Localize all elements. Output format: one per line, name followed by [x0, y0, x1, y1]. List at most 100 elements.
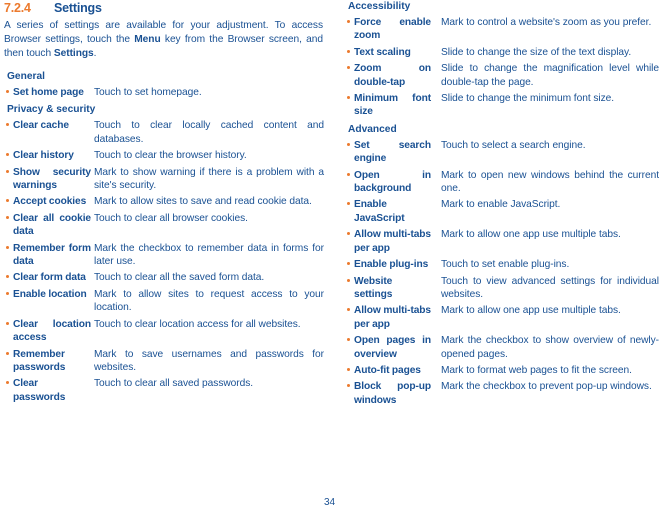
setting-name-allow-multi-tabs-per-app: Allow multi-tabs per app: [354, 229, 431, 254]
setting-description: Mark to format web pages to fit the scre…: [441, 364, 632, 376]
bullet-icon: [4, 119, 13, 127]
bullet-icon: [4, 212, 13, 219]
bullet-icon: [345, 62, 354, 70]
left-sections: General Set home page Touch to set homepag…: [4, 70, 324, 404]
setting-description: Touch to clear all saved passwords.: [94, 378, 254, 390]
setting-description: Mark to control a website's zoom as you …: [441, 17, 652, 28]
setting-description: Touch to set enable plug-ins.: [441, 259, 570, 271]
section-header-accessibility: Accessibility: [348, 1, 411, 12]
bullet-icon: [345, 16, 354, 23]
list-item: Allow multi-tabs per app Mark to allow on…: [345, 228, 659, 255]
setting-name-allow-multi-tabs-per-app: Allow multi-tabs per app: [354, 305, 431, 330]
setting-name-remember-passwords: Remember passwords: [13, 348, 66, 373]
setting-description: Mark the checkbox to show overview of ne…: [441, 335, 659, 360]
bullet-icon: [345, 304, 354, 312]
setting-description: Mark to save usernames and passwords for…: [94, 348, 324, 373]
page-number: 34: [323, 497, 336, 508]
bullet-icon: [4, 348, 13, 355]
bullet-icon: [4, 377, 13, 385]
setting-description: Mark to show warning if there is a probl…: [94, 166, 324, 192]
bullet-icon: [4, 288, 13, 295]
setting-name-set-search-engine: Set search engine: [354, 139, 431, 165]
bullet-icon: [345, 258, 354, 266]
left-column: 7.2.4 Settings A series of settings are …: [4, 0, 324, 408]
list-item: Enable location Mark to allow sites to re…: [4, 288, 324, 315]
setting-description: Touch to clear locally cached content an…: [94, 120, 324, 145]
section-header-privacy-security: Privacy & security: [7, 104, 96, 116]
setting-description: Mark to enable JavaScript.: [441, 199, 561, 211]
list-item: Website settings Touch to view advanced s…: [345, 275, 659, 302]
intro-bold-menu: Menu: [134, 34, 161, 45]
list-item: Show security warnings Mark to show warni…: [4, 166, 324, 193]
setting-name-enable-plug-ins: Enable plug-ins: [354, 259, 429, 271]
bullet-icon: [345, 92, 354, 100]
list-item: Clear form data Touch to clear all the sa…: [4, 271, 324, 284]
setting-description: Mark to open new windows behind the curr…: [441, 169, 659, 195]
bullet-icon: [4, 242, 13, 249]
setting-name-clear-location-access: Clear location access: [13, 318, 91, 344]
list-item: Clear history Touch to clear the browser …: [4, 149, 324, 162]
manual-page: 7.2.4 Settings A series of settings are …: [0, 0, 659, 512]
setting-name-zoom-on-double-tap: Zoom on double-tap: [354, 63, 431, 88]
list-item: Zoom on double-tap Slide to change the ma…: [345, 62, 659, 89]
setting-description: Mark to allow sites to save and read coo…: [94, 196, 312, 208]
intro-paragraph: A series of settings are available for y…: [4, 19, 323, 61]
section-header-advanced: Advanced: [348, 123, 397, 135]
setting-name-open-in-background: Open in background: [354, 169, 431, 195]
setting-name-clear-all-cookie-data: Clear all cookie data: [13, 212, 91, 238]
list-item: Remember form data Mark the checkbox to r…: [4, 242, 324, 269]
setting-name-show-security-warnings: Show security warnings: [13, 166, 91, 192]
setting-description: Slide to change the size of the text dis…: [441, 46, 632, 58]
setting-name-clear-form-data: Clear form data: [13, 272, 86, 284]
setting-description: Mark to allow one app use multiple tabs.: [441, 229, 621, 241]
list-item: Text scaling Slide to change the size of …: [345, 46, 659, 59]
setting-description: Touch to view advanced settings for indi…: [441, 275, 659, 300]
list-item: Clear cache Touch to clear locally cached…: [4, 119, 324, 146]
setting-description: Mark the checkbox to remember data in fo…: [94, 242, 324, 268]
list-item: Open in background Mark to open new windo…: [345, 169, 659, 196]
chapter-number: 7.2.4: [4, 1, 31, 15]
bullet-icon: [345, 275, 354, 282]
list-item: Block pop-up windows Mark the checkbox to…: [345, 380, 659, 407]
bullet-icon: [4, 271, 13, 279]
list-item: Set home page Touch to set homepage.: [4, 86, 324, 99]
bullet-icon: [4, 149, 13, 157]
section-header-general: General: [7, 71, 45, 82]
setting-description: Touch to clear location access for all w…: [94, 318, 301, 330]
right-sections: Accessibility Force enable zoom Mark to co…: [345, 0, 659, 407]
setting-description: Touch to set homepage.: [94, 87, 202, 98]
setting-description: Slide to change the magnification level …: [441, 63, 659, 88]
bullet-icon: [345, 364, 354, 371]
bullet-icon: [345, 198, 354, 206]
page-title: 7.2.4 Settings: [4, 1, 324, 15]
list-item: Enable plug-ins Touch to set enable plug-…: [345, 258, 659, 271]
list-item: Open pages in overview Mark the checkbox …: [345, 334, 659, 361]
list-item: Set search engine Touch to select a searc…: [345, 139, 659, 166]
setting-description: Mark the checkbox to prevent pop-up wind…: [441, 381, 652, 393]
bullet-icon: [4, 195, 13, 203]
bullet-icon: [345, 380, 354, 388]
setting-name-remember-form-data: Remember form data: [13, 242, 91, 268]
setting-name-website-settings: Website settings: [354, 275, 393, 300]
list-item: Allow multi-tabs per app Mark to allow on…: [345, 304, 659, 331]
setting-description: Touch to clear all browser cookies.: [94, 212, 248, 224]
setting-description: Slide to change the minimum font size.: [441, 93, 615, 105]
bullet-icon: [4, 318, 13, 325]
intro-bold-settings: Settings: [53, 48, 94, 59]
definition-list-advanced: Set search engine Touch to select a searc…: [345, 139, 659, 407]
bullet-icon: [4, 86, 13, 93]
setting-name-set-home-page: Set home page: [13, 87, 84, 98]
list-item: Clear all cookie data Touch to clear all …: [4, 212, 324, 239]
setting-name-force-enable-zoom: Force enable zoom: [354, 17, 431, 42]
setting-name-block-pop-up-windows: Block pop-up windows: [354, 381, 431, 406]
setting-description: Touch to clear all the saved form data.: [94, 272, 265, 284]
setting-description: Mark to allow sites to request access to…: [94, 288, 324, 314]
intro-text-3: .: [93, 48, 97, 59]
bullet-icon: [345, 334, 354, 342]
bullet-icon: [345, 46, 354, 53]
setting-name-clear-history: Clear history: [13, 150, 74, 162]
list-item: Enable JavaScript Mark to enable JavaScri…: [345, 198, 659, 225]
definition-list-general: Set home page Touch to set homepage.: [4, 86, 324, 99]
list-item: Minimum font size Slide to change the min…: [345, 92, 659, 119]
setting-description: Touch to clear the browser history.: [94, 150, 247, 162]
